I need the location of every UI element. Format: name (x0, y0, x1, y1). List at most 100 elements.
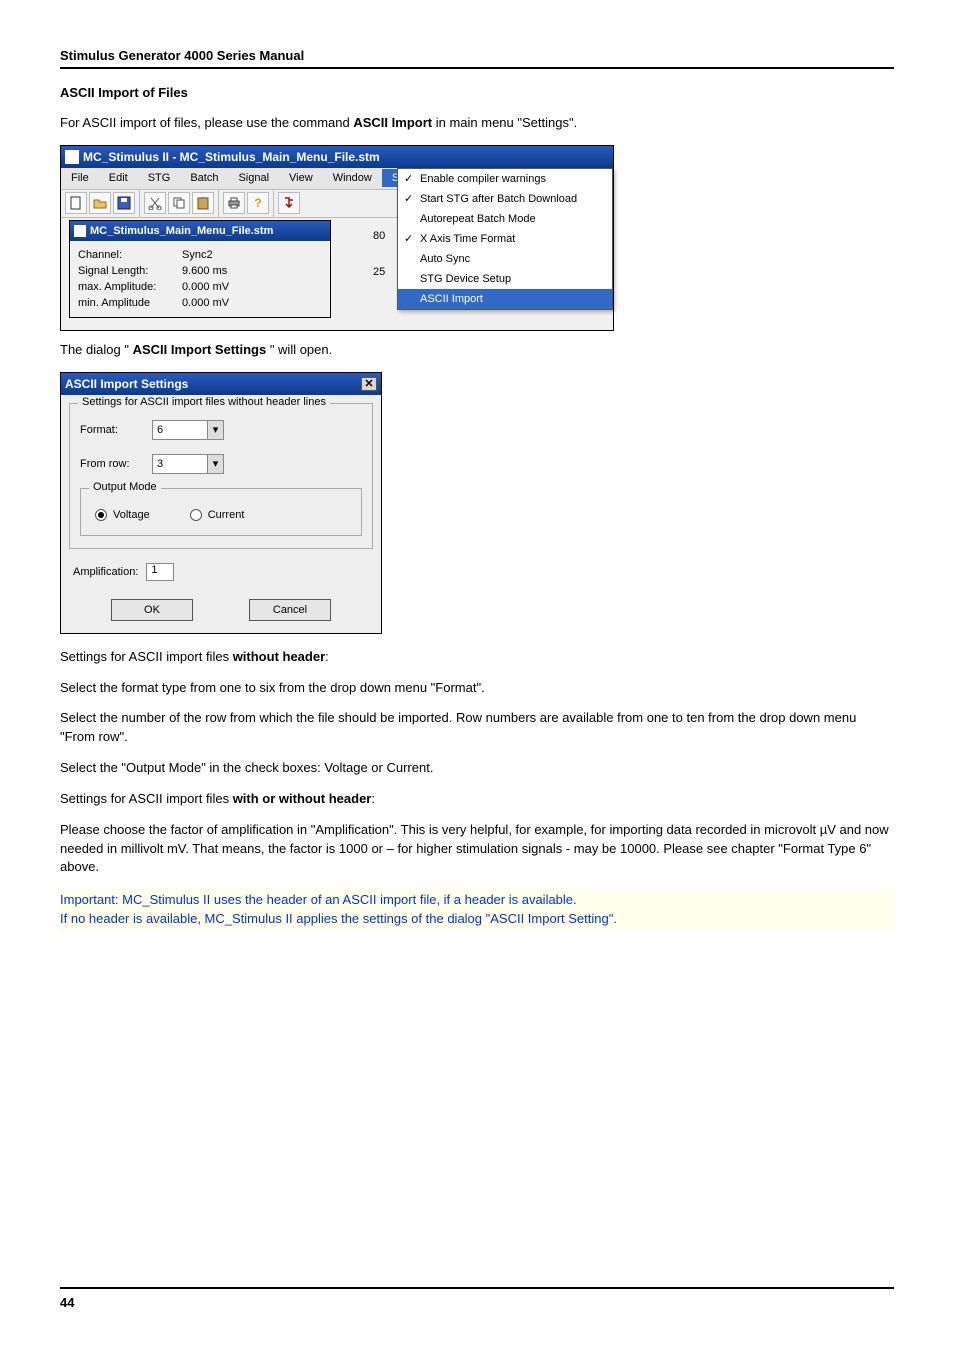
dialog-open-bold: ASCII Import Settings (133, 342, 267, 357)
axis-ticks: 80 25 (373, 226, 385, 282)
copy-icon[interactable] (168, 192, 190, 214)
chevron-down-icon: ▾ (207, 421, 223, 439)
dialog-open-2: " will open. (270, 342, 332, 357)
menu-view[interactable]: View (279, 169, 323, 187)
screenshot-main-app: MC_Stimulus II - MC_Stimulus_Main_Menu_F… (60, 145, 614, 331)
wh-bold: without header (233, 649, 325, 664)
child-signal-length-label: Signal Length: (78, 263, 174, 279)
chevron-down-icon: ▾ (207, 455, 223, 473)
axis-tick-80: 80 (373, 226, 385, 246)
app-title: MC_Stimulus II - MC_Stimulus_Main_Menu_F… (83, 150, 380, 164)
child-min-amp-label: min. Amplitude (78, 295, 174, 311)
child-max-amp-value: 0.000 mV (182, 279, 229, 295)
output-radio-row: Voltage Current (91, 505, 351, 523)
wh-1: Settings for ASCII import files (60, 649, 233, 664)
child-max-amp-label: max. Amplitude: (78, 279, 174, 295)
app-logo-icon (65, 150, 79, 164)
fieldset-settings-legend: Settings for ASCII import files without … (78, 396, 330, 408)
format-combo[interactable]: 6 ▾ (152, 420, 224, 440)
cancel-button[interactable]: Cancel (249, 599, 331, 621)
para-with-or-without: Settings for ASCII import files with or … (60, 790, 894, 809)
format-label: Format: (80, 424, 144, 436)
fromrow-row: From row: 3 ▾ (80, 454, 362, 474)
para-without-header: Settings for ASCII import files without … (60, 648, 894, 667)
dd-enable-compiler-warnings[interactable]: Enable compiler warnings (398, 169, 612, 189)
format-row: Format: 6 ▾ (80, 420, 362, 440)
dd-start-stg-after-batch[interactable]: Start STG after Batch Download (398, 189, 612, 209)
dd-stg-device-setup[interactable]: STG Device Setup (398, 269, 612, 289)
child-window: MC_Stimulus_Main_Menu_File.stm Channel:S… (69, 220, 331, 318)
menu-window[interactable]: Window (323, 169, 382, 187)
child-title: MC_Stimulus_Main_Menu_File.stm (90, 225, 273, 237)
save-icon[interactable] (113, 192, 135, 214)
child-signal-length-value: 9.600 ms (182, 263, 227, 279)
fromrow-label: From row: (80, 458, 144, 470)
intro-text-1: For ASCII import of files, please use th… (60, 115, 353, 130)
fromrow-value: 3 (153, 458, 207, 470)
toolbar-group-3: ? (219, 190, 274, 217)
important-line2: If no header is available, MC_Stimulus I… (60, 911, 617, 926)
running-head: Stimulus Generator 4000 Series Manual (60, 48, 894, 69)
dd-ascii-import[interactable]: ASCII Import (398, 289, 612, 309)
wow-1: Settings for ASCII import files (60, 791, 233, 806)
screenshot-dialog: ASCII Import Settings ✕ Settings for ASC… (60, 372, 382, 634)
dialog-titlebar: ASCII Import Settings ✕ (61, 373, 381, 395)
radio-voltage[interactable]: Voltage (95, 509, 150, 521)
output-mode-legend: Output Mode (89, 481, 161, 493)
radio-voltage-label: Voltage (113, 509, 150, 521)
child-logo-icon (74, 225, 86, 237)
download-icon[interactable] (278, 192, 300, 214)
fieldset-settings: Settings for ASCII import files without … (69, 403, 373, 549)
menu-file[interactable]: File (61, 169, 99, 187)
close-icon[interactable]: ✕ (361, 377, 377, 391)
intro-bold: ASCII Import (353, 115, 432, 130)
menu-signal[interactable]: Signal (228, 169, 279, 187)
intro-text-2: in main menu "Settings". (436, 115, 577, 130)
format-value: 6 (153, 424, 207, 436)
settings-dropdown: Enable compiler warnings Start STG after… (397, 168, 613, 310)
child-titlebar: MC_Stimulus_Main_Menu_File.stm (70, 221, 330, 241)
app-titlebar: MC_Stimulus II - MC_Stimulus_Main_Menu_F… (61, 146, 613, 168)
menu-stg[interactable]: STG (138, 169, 181, 187)
toolbar-group-4 (274, 190, 304, 217)
dialog-body: Settings for ASCII import files without … (61, 395, 381, 633)
radio-voltage-circle-icon (95, 509, 107, 521)
wow-bold: with or without header (233, 791, 372, 806)
dialog-button-row: OK Cancel (69, 599, 373, 625)
page-number: 44 (60, 1295, 74, 1310)
radio-current-circle-icon (190, 509, 202, 521)
radio-current[interactable]: Current (190, 509, 245, 521)
fromrow-combo[interactable]: 3 ▾ (152, 454, 224, 474)
axis-tick-25: 25 (373, 262, 385, 282)
wh-colon: : (325, 649, 329, 664)
cut-icon[interactable] (144, 192, 166, 214)
radio-current-label: Current (208, 509, 245, 521)
help-icon[interactable]: ? (247, 192, 269, 214)
amplification-input[interactable]: 1 (146, 563, 174, 581)
para-important: Important: MC_Stimulus II uses the heade… (60, 889, 894, 931)
amplification-row: Amplification: 1 (73, 563, 373, 581)
wow-colon: : (371, 791, 375, 806)
dialog-title: ASCII Import Settings (65, 377, 188, 391)
child-channel-label: Channel: (78, 247, 174, 263)
menu-edit[interactable]: Edit (99, 169, 138, 187)
dialog-open-1: The dialog " (60, 342, 129, 357)
section-title: ASCII Import of Files (60, 85, 894, 100)
dd-auto-sync[interactable]: Auto Sync (398, 249, 612, 269)
ok-button[interactable]: OK (111, 599, 193, 621)
para-select-format: Select the format type from one to six f… (60, 679, 894, 698)
new-icon[interactable] (65, 192, 87, 214)
fieldset-output-mode: Output Mode Voltage Current (80, 488, 362, 536)
para-amplification: Please choose the factor of amplificatio… (60, 821, 894, 878)
toolbar-group-1 (61, 190, 140, 217)
dialog-open-para: The dialog " ASCII Import Settings " wil… (60, 341, 894, 360)
menu-batch[interactable]: Batch (180, 169, 228, 187)
toolbar-group-2 (140, 190, 219, 217)
paste-icon[interactable] (192, 192, 214, 214)
open-icon[interactable] (89, 192, 111, 214)
page-footer: 44 (60, 1287, 894, 1310)
dd-x-axis-time-format[interactable]: X Axis Time Format (398, 229, 612, 249)
child-body: Channel:Sync2 Signal Length:9.600 ms max… (70, 241, 330, 317)
dd-autorepeat-batch-mode[interactable]: Autorepeat Batch Mode (398, 209, 612, 229)
print-icon[interactable] (223, 192, 245, 214)
